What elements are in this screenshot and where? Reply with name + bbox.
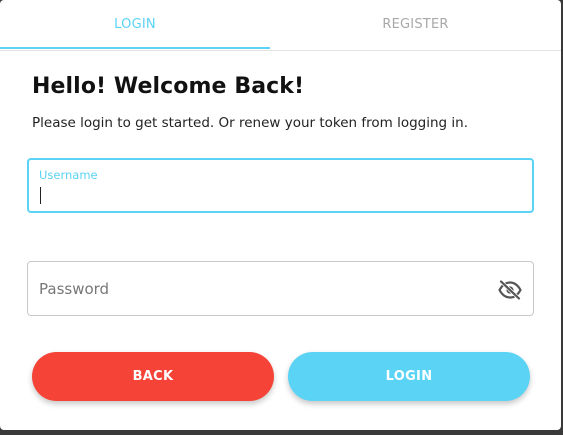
- tab-register[interactable]: REGISTER: [270, 0, 561, 48]
- password-input[interactable]: [28, 262, 533, 315]
- tab-login-label: LOGIN: [114, 16, 156, 32]
- text-caret: [40, 187, 41, 204]
- login-dialog: LOGIN REGISTER Hello! Welcome Back! Plea…: [0, 0, 561, 430]
- active-tab-indicator: [0, 47, 270, 49]
- eye-off-icon[interactable]: [498, 278, 522, 302]
- tab-bar: LOGIN REGISTER: [0, 0, 561, 51]
- back-button[interactable]: BACK: [32, 352, 274, 401]
- login-button[interactable]: LOGIN: [288, 352, 530, 401]
- username-label: Username: [39, 168, 98, 182]
- password-field[interactable]: [27, 261, 534, 316]
- page-subtitle: Please login to get started. Or renew yo…: [32, 115, 469, 131]
- username-field[interactable]: Username: [27, 158, 534, 213]
- page-title: Hello! Welcome Back!: [32, 74, 305, 99]
- tab-register-label: REGISTER: [382, 16, 449, 32]
- tab-login[interactable]: LOGIN: [0, 0, 270, 48]
